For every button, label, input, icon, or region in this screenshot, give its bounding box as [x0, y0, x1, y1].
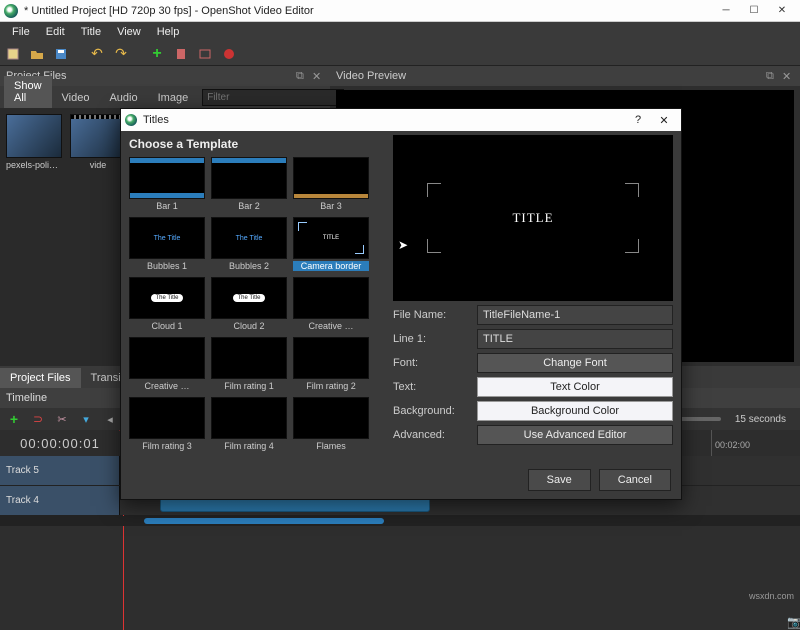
template-item[interactable]: Flames: [293, 397, 369, 451]
camera-icon[interactable]: 📷: [787, 615, 800, 629]
template-label: Flames: [293, 441, 369, 451]
template-list[interactable]: Bar 1Bar 2Bar 3The TitleBubbles 1The Tit…: [129, 157, 385, 457]
template-label: Camera border: [293, 261, 369, 271]
template-item[interactable]: Film rating 1: [211, 337, 287, 391]
template-item[interactable]: Bar 2: [211, 157, 287, 211]
template-item[interactable]: The TitleBubbles 1: [129, 217, 205, 271]
template-label: Film rating 3: [129, 441, 205, 451]
save-button[interactable]: Save: [528, 469, 591, 491]
dialog-close-button[interactable]: ✕: [651, 114, 677, 127]
text-color-button[interactable]: Text Color: [477, 377, 673, 397]
template-label: Bubbles 2: [211, 261, 287, 271]
app-icon: [125, 114, 137, 126]
template-item[interactable]: The TitleBubbles 2: [211, 217, 287, 271]
template-item[interactable]: The TitleCloud 1: [129, 277, 205, 331]
file-name-input[interactable]: [477, 305, 673, 325]
template-label: Cloud 2: [211, 321, 287, 331]
line1-label: Line 1:: [393, 333, 471, 345]
dialog-help-button[interactable]: ?: [625, 114, 651, 126]
template-item[interactable]: Creative …: [293, 277, 369, 331]
template-item[interactable]: Film rating 4: [211, 397, 287, 451]
background-color-button[interactable]: Background Color: [477, 401, 673, 421]
text-label: Text:: [393, 381, 471, 393]
advanced-editor-button[interactable]: Use Advanced Editor: [477, 425, 673, 445]
template-item[interactable]: Creative …: [129, 337, 205, 391]
advanced-label: Advanced:: [393, 429, 471, 441]
template-label: Creative …: [293, 321, 369, 331]
font-label: Font:: [393, 357, 471, 369]
preview-title-text: TITLE: [512, 210, 553, 226]
change-font-button[interactable]: Change Font: [477, 353, 673, 373]
choose-template-heading: Choose a Template: [129, 137, 385, 151]
template-label: Film rating 2: [293, 381, 369, 391]
template-item[interactable]: Film rating 2: [293, 337, 369, 391]
template-label: Bubbles 1: [129, 261, 205, 271]
line1-input[interactable]: [477, 329, 673, 349]
template-label: Bar 3: [293, 201, 369, 211]
template-item[interactable]: Bar 3: [293, 157, 369, 211]
template-label: Bar 1: [129, 201, 205, 211]
dialog-titlebar: Titles ? ✕: [121, 109, 681, 131]
template-item[interactable]: Bar 1: [129, 157, 205, 211]
dialog-title: Titles: [143, 114, 625, 126]
template-label: Creative …: [129, 381, 205, 391]
template-item[interactable]: Film rating 3: [129, 397, 205, 451]
template-label: Film rating 1: [211, 381, 287, 391]
template-item[interactable]: The TitleCloud 2: [211, 277, 287, 331]
title-preview: TITLE: [393, 135, 673, 301]
titles-dialog: Titles ? ✕ Choose a Template Bar 1 Bar 2 B…: [120, 108, 682, 500]
template-label: Film rating 4: [211, 441, 287, 451]
cancel-button[interactable]: Cancel: [599, 469, 671, 491]
template-label: Cloud 1: [129, 321, 205, 331]
template-item[interactable]: TITLECamera border: [293, 217, 369, 271]
file-name-label: File Name:: [393, 309, 471, 321]
template-label: Bar 2: [211, 201, 287, 211]
watermark: wsxdn.com: [749, 591, 794, 601]
background-label: Background:: [393, 405, 471, 417]
